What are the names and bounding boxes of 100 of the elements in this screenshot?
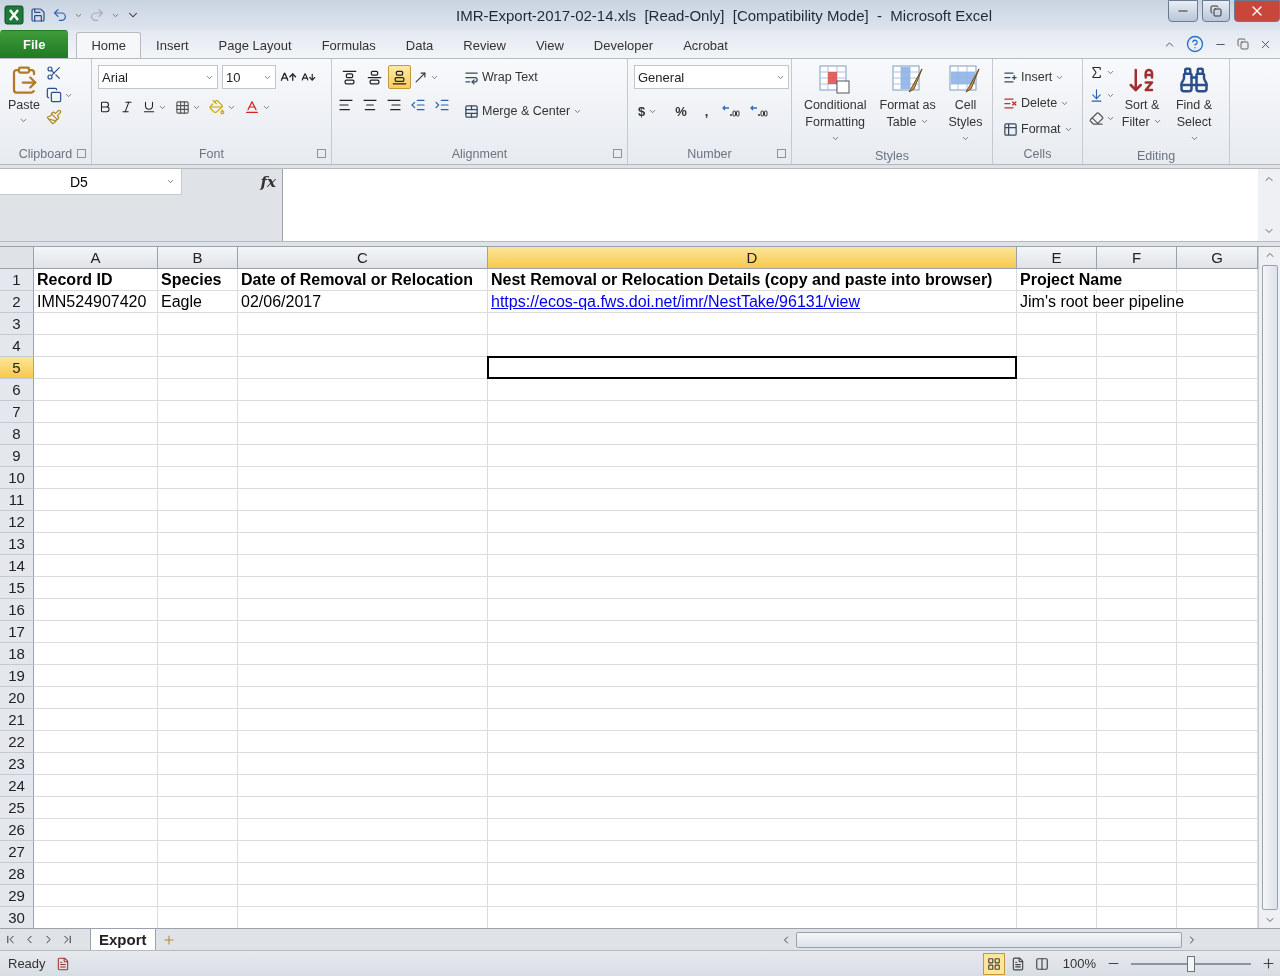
help-icon[interactable]	[1186, 35, 1204, 53]
format-button[interactable]: Format	[999, 117, 1077, 141]
row-header[interactable]: 3	[0, 313, 34, 335]
borders-icon[interactable]	[175, 99, 190, 115]
ribbon-tab[interactable]: Page Layout	[203, 32, 307, 58]
restore-icon[interactable]	[1237, 38, 1249, 50]
column-header[interactable]: F	[1097, 247, 1177, 269]
row-header[interactable]: 10	[0, 467, 34, 489]
wrap-text-button[interactable]: Wrap Text	[460, 65, 542, 89]
row-header[interactable]: 25	[0, 797, 34, 819]
ribbon-tab[interactable]: Insert	[141, 32, 204, 58]
minimize-button[interactable]	[1168, 0, 1198, 22]
clear-icon[interactable]	[1089, 111, 1104, 126]
dialog-launcher-icon[interactable]	[777, 149, 786, 158]
row-header[interactable]: 15	[0, 577, 34, 599]
slider-thumb[interactable]	[1187, 955, 1195, 972]
row-header[interactable]: 4	[0, 335, 34, 357]
excel-logo-icon[interactable]	[4, 5, 24, 25]
save-icon[interactable]	[30, 7, 46, 23]
ribbon-tab[interactable]: Acrobat	[668, 32, 743, 58]
comma-button[interactable]: ,	[700, 99, 713, 123]
dialog-launcher-icon[interactable]	[613, 149, 622, 158]
percent-button[interactable]: %	[671, 99, 691, 123]
fill-icon[interactable]	[1089, 88, 1104, 103]
orientation-icon[interactable]	[413, 69, 428, 85]
paste-button[interactable]: Paste	[6, 65, 42, 144]
row-header[interactable]: 12	[0, 511, 34, 533]
row-header[interactable]: 2	[0, 291, 34, 313]
restore-button[interactable]	[1202, 0, 1230, 22]
row-header[interactable]: 19	[0, 665, 34, 687]
macro-record-icon[interactable]	[55, 956, 70, 971]
ribbon-tab[interactable]: Formulas	[306, 32, 391, 58]
ribbon-tab[interactable]: Review	[448, 32, 521, 58]
close-button[interactable]	[1234, 0, 1280, 22]
column-header[interactable]: D	[488, 247, 1017, 269]
column-header[interactable]: C	[238, 247, 488, 269]
align-right-icon[interactable]	[386, 97, 402, 113]
font-name-field[interactable]: Arial	[98, 65, 218, 89]
file-menu-button[interactable]: File	[0, 30, 69, 58]
hyperlink[interactable]: https://ecos-qa.fws.doi.net/imr/NestTake/96131/view	[491, 293, 861, 311]
delete-button[interactable]: Delete	[999, 91, 1074, 115]
increase-indent-icon[interactable]	[434, 97, 450, 113]
underline-icon[interactable]	[142, 100, 156, 114]
column-header[interactable]: A	[34, 247, 158, 269]
insert-button[interactable]: Insert	[999, 65, 1069, 89]
scrollbar-thumb[interactable]	[796, 931, 1182, 948]
column-header[interactable]: B	[158, 247, 238, 269]
align-center-icon[interactable]	[362, 97, 378, 113]
row-header[interactable]: 21	[0, 709, 34, 731]
currency-button[interactable]: $	[634, 99, 662, 123]
bold-icon[interactable]	[98, 100, 112, 114]
ribbon-tab[interactable]: Home	[76, 32, 142, 58]
row-header[interactable]: 5	[0, 357, 34, 379]
bottom-align-button[interactable]	[388, 65, 411, 89]
sheet-tab[interactable]: Export	[90, 928, 156, 951]
decrease-decimal-icon[interactable]	[750, 104, 769, 118]
format-as-table-button[interactable]: Format as Table	[876, 65, 939, 148]
autosum-icon[interactable]	[1089, 65, 1104, 80]
row-header[interactable]: 20	[0, 687, 34, 709]
find-select-button[interactable]: Find & Select	[1169, 65, 1219, 148]
first-sheet-icon[interactable]	[4, 933, 17, 946]
fill-color-icon[interactable]	[209, 99, 225, 115]
row-header[interactable]: 6	[0, 379, 34, 401]
row-header[interactable]: 17	[0, 621, 34, 643]
ribbon-tab[interactable]: View	[520, 32, 579, 58]
cell-styles-button[interactable]: Cell Styles	[942, 65, 988, 148]
copy-icon[interactable]	[45, 87, 62, 103]
row-header[interactable]: 7	[0, 401, 34, 423]
dialog-launcher-icon[interactable]	[317, 149, 326, 158]
active-cell[interactable]	[487, 356, 1017, 379]
row-header[interactable]: 29	[0, 885, 34, 907]
row-header[interactable]: 30	[0, 907, 34, 929]
row-header[interactable]: 23	[0, 753, 34, 775]
row-header[interactable]: 1	[0, 269, 34, 291]
ribbon-tab[interactable]: Data	[390, 32, 449, 58]
conditional-formatting-button[interactable]: Conditional Formatting	[798, 65, 873, 148]
row-header[interactable]: 9	[0, 445, 34, 467]
font-size-field[interactable]: 10	[222, 65, 276, 89]
normal-view-button[interactable]	[982, 952, 1005, 975]
row-header[interactable]: 18	[0, 643, 34, 665]
dialog-launcher-icon[interactable]	[77, 149, 86, 158]
row-header[interactable]: 8	[0, 423, 34, 445]
sort-filter-button[interactable]: Sort & Filter	[1117, 65, 1167, 148]
zoom-in-icon[interactable]	[1261, 956, 1276, 971]
insert-function-button[interactable]: fx	[260, 173, 276, 191]
align-left-icon[interactable]	[338, 97, 354, 113]
italic-icon[interactable]	[120, 100, 134, 114]
row-header[interactable]: 16	[0, 599, 34, 621]
column-header[interactable]: E	[1017, 247, 1097, 269]
decrease-indent-icon[interactable]	[410, 97, 426, 113]
name-box[interactable]: D5	[0, 169, 182, 195]
row-header[interactable]: 11	[0, 489, 34, 511]
merge-center-button[interactable]: Merge & Center	[460, 99, 587, 123]
cut-icon[interactable]	[45, 65, 62, 81]
scrollbar-thumb[interactable]	[1261, 265, 1278, 910]
row-header[interactable]: 14	[0, 555, 34, 577]
undo-icon[interactable]	[52, 7, 68, 23]
row-header[interactable]: 22	[0, 731, 34, 753]
ribbon-tab[interactable]: Developer	[578, 32, 669, 58]
font-color-icon[interactable]	[244, 99, 260, 115]
